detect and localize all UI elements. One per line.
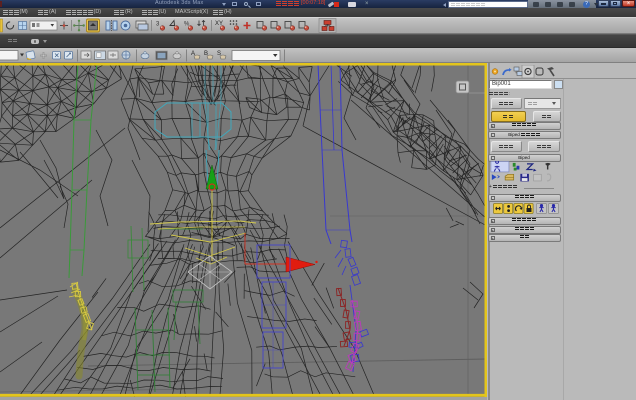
svg-text:3: 3 [156, 22, 160, 28]
